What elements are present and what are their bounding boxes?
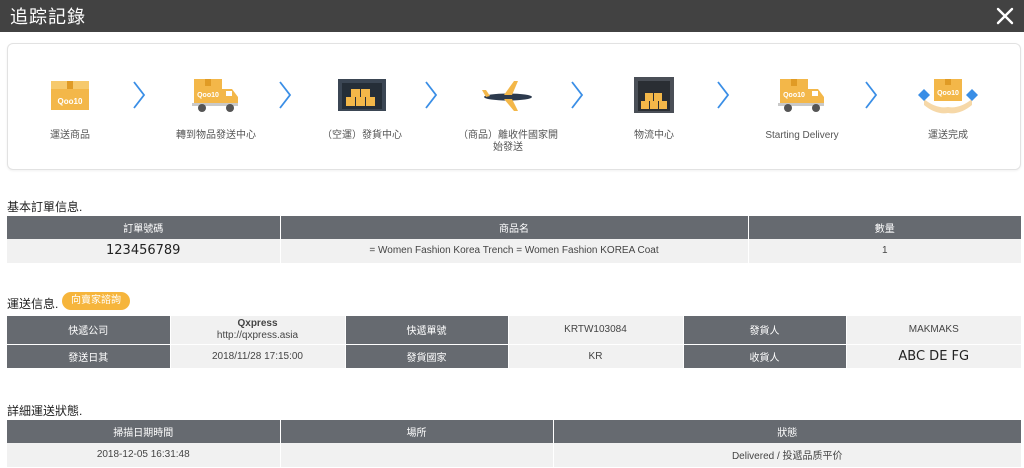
column-header: 數量 (748, 216, 1021, 239)
step-label: 運送完成 (928, 130, 968, 141)
step-label: 物流中心 (634, 130, 674, 141)
chevron-right-icon (133, 81, 146, 109)
shipping-info-table: 快遞公司 Qxpress http://qxpress.asia 快遞單號 KR… (7, 316, 1021, 369)
warehouse-icon (302, 74, 422, 116)
table-row: 發送日其 2018/11/28 17:15:00 發貨國家 KR 收貨人 ABC… (7, 344, 1021, 369)
chevron-right-icon (425, 81, 438, 109)
receiver-label: 收貨人 (683, 344, 847, 369)
column-header: 訂單號碼 (7, 216, 281, 239)
receiver-value: ABC DE FG (846, 344, 1021, 369)
order-number: 123456789 (7, 239, 281, 264)
step-label: 運送商品 (50, 130, 90, 141)
delivery-truck-icon: Qoo10 (156, 74, 276, 116)
column-header: 掃描日期時間 (7, 420, 281, 443)
delivery-truck-icon: Qoo10 (742, 74, 862, 116)
column-header: 場所 (280, 420, 554, 443)
courier-cell: Qxpress http://qxpress.asia (170, 316, 346, 345)
origin-label: 發貨國家 (345, 344, 509, 369)
step-air-shipping-center: （空運）發貨中心 (302, 74, 422, 142)
column-header: 狀態 (553, 420, 1021, 443)
chevron-right-icon (865, 81, 878, 109)
order-info-title: 基本訂單信息. (7, 200, 83, 214)
chevron-right-icon (279, 81, 292, 109)
order-info-table: 訂單號碼 商品名 數量 123456789 = Women Fashion Ko… (7, 216, 1021, 264)
table-row: 2018-12-05 16:31:48 Delivered / 投遞品质平价 (7, 443, 1021, 468)
table-row: 快遞公司 Qxpress http://qxpress.asia 快遞單號 KR… (7, 316, 1021, 345)
svg-text:Qoo10: Qoo10 (937, 90, 959, 97)
chevron-right-icon (571, 81, 584, 109)
step-logistics-center: 物流中心 (594, 74, 714, 142)
step-label: （空運）發貨中心 (322, 130, 402, 141)
step-departure-country: （商品）離收件國家開始發送 (448, 74, 568, 154)
step-label: （商品）離收件國家開始發送 (458, 130, 558, 153)
close-icon[interactable] (996, 7, 1014, 25)
step-to-dispatch-center: Qoo10 轉到物品發送中心 (156, 74, 276, 142)
tracking-label: 快遞單號 (345, 316, 509, 345)
detail-status-table: 掃描日期時間 場所 狀態 2018-12-05 16:31:48 Deliver… (7, 420, 1021, 468)
svg-text:Qoo10: Qoo10 (58, 97, 83, 106)
window-title: 追踪記錄 (10, 7, 86, 28)
chevron-right-icon (717, 81, 730, 109)
origin-value: KR (508, 344, 684, 369)
qoo10-box-icon: Qoo10 (10, 74, 130, 116)
step-label: 轉到物品發送中心 (176, 130, 256, 141)
column-header: 商品名 (280, 216, 749, 239)
quantity: 1 (748, 239, 1021, 264)
tracking-steps: Qoo10 運送商品 Qoo10 轉到物品發送中心 （空運）發貨中心 （商品）離… (7, 43, 1021, 170)
step-starting-delivery: Qoo10 Starting Delivery (742, 74, 862, 142)
contact-seller-button[interactable]: 向賣家諮詢 (62, 292, 130, 310)
svg-text:Qoo10: Qoo10 (197, 92, 219, 99)
tracking-number: KRTW103084 (508, 316, 684, 345)
courier-name: Qxpress (237, 317, 278, 329)
step-shipping-goods: Qoo10 運送商品 (10, 74, 130, 142)
step-label: Starting Delivery (765, 130, 839, 141)
detail-status-title: 詳細運送狀態. (7, 404, 83, 418)
table-header-row: 掃描日期時間 場所 狀態 (7, 420, 1021, 443)
window-titlebar: 追踪記錄 (0, 0, 1024, 32)
product-name: = Women Fashion Korea Trench = Women Fas… (280, 239, 749, 264)
ship-date-label: 發送日其 (7, 344, 171, 369)
table-header-row: 訂單號碼 商品名 數量 (7, 216, 1021, 239)
sender-value: MAKMAKS (846, 316, 1021, 345)
step-delivery-complete: Qoo10 運送完成 (888, 74, 1008, 142)
scan-place (280, 443, 554, 468)
courier-url[interactable]: http://qxpress.asia (171, 330, 345, 342)
sender-label: 發貨人 (683, 316, 847, 345)
scan-datetime: 2018-12-05 16:31:48 (7, 443, 281, 468)
scan-status: Delivered / 投遞品质平价 (553, 443, 1021, 468)
logistics-center-icon (594, 74, 714, 116)
courier-label: 快遞公司 (7, 316, 171, 345)
svg-text:Qoo10: Qoo10 (783, 92, 805, 99)
ship-date-value: 2018/11/28 17:15:00 (170, 344, 346, 369)
airplane-icon (448, 74, 568, 116)
table-row: 123456789 = Women Fashion Korea Trench =… (7, 239, 1021, 264)
shipping-info-title: 運送信息. (7, 297, 59, 311)
delivered-hands-icon: Qoo10 (888, 74, 1008, 116)
